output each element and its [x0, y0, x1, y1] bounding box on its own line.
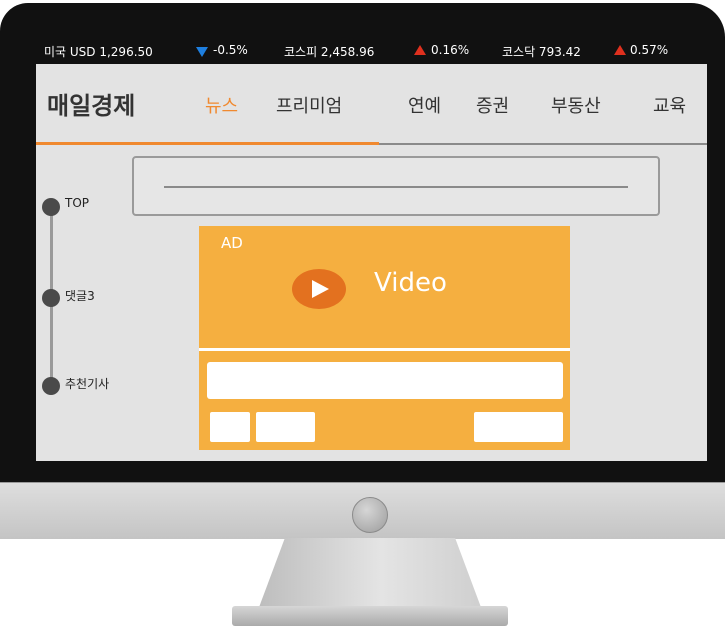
ticker-usd: 미국 USD 1,296.50 — [44, 45, 153, 59]
ad-video-label: Video — [374, 268, 447, 298]
monitor-power-button — [352, 497, 388, 533]
play-button[interactable] — [292, 269, 346, 309]
monitor-base — [232, 606, 508, 626]
video-ad[interactable]: AD Video — [199, 226, 570, 450]
search-input-line — [164, 186, 628, 188]
ad-label: AD — [221, 234, 243, 252]
screen: 미국 USD 1,296.50 -0.5% 코스피 2,458.96 0.16%… — [36, 36, 707, 461]
nav-item-education[interactable]: 교육 — [653, 92, 686, 118]
ticker-kosdaq: 코스닥 793.42 — [502, 45, 581, 59]
nav-item-entertainment[interactable]: 연예 — [408, 92, 441, 118]
market-ticker: 미국 USD 1,296.50 -0.5% 코스피 2,458.96 0.16%… — [36, 36, 707, 64]
nav-item-premium[interactable]: 프리미엄 — [276, 92, 342, 118]
side-rail-label-comments[interactable]: 댓글3 — [65, 287, 95, 304]
play-icon — [312, 280, 329, 298]
down-arrow-icon — [196, 47, 208, 57]
site-logo[interactable]: 매일경제 — [47, 86, 135, 121]
ticker-kospi-change: 0.16% — [431, 43, 470, 57]
ad-divider — [199, 348, 570, 351]
side-rail-label-recommended[interactable]: 추천기사 — [65, 375, 109, 392]
ad-text-field[interactable] — [207, 362, 563, 399]
search-input[interactable] — [132, 156, 660, 216]
ticker-kosdaq-change: 0.57% — [630, 43, 669, 57]
up-arrow-icon — [614, 45, 626, 55]
monitor-stand — [258, 538, 482, 610]
ad-small-button[interactable] — [210, 412, 250, 442]
side-rail-dot-top[interactable] — [42, 198, 60, 216]
side-rail-dot-comments[interactable] — [42, 289, 60, 307]
nav-item-stocks[interactable]: 증권 — [476, 92, 509, 118]
ad-action-button[interactable] — [474, 412, 563, 442]
side-rail-dot-recommended[interactable] — [42, 377, 60, 395]
nav-active-indicator — [36, 142, 379, 145]
ticker-usd-change: -0.5% — [213, 43, 248, 57]
side-rail-label-top[interactable]: TOP — [65, 196, 89, 210]
nav-item-real-estate[interactable]: 부동산 — [551, 92, 601, 118]
nav-item-news[interactable]: 뉴스 — [205, 92, 238, 118]
up-arrow-icon — [414, 45, 426, 55]
ad-medium-button[interactable] — [256, 412, 315, 442]
ticker-kospi: 코스피 2,458.96 — [284, 45, 375, 59]
